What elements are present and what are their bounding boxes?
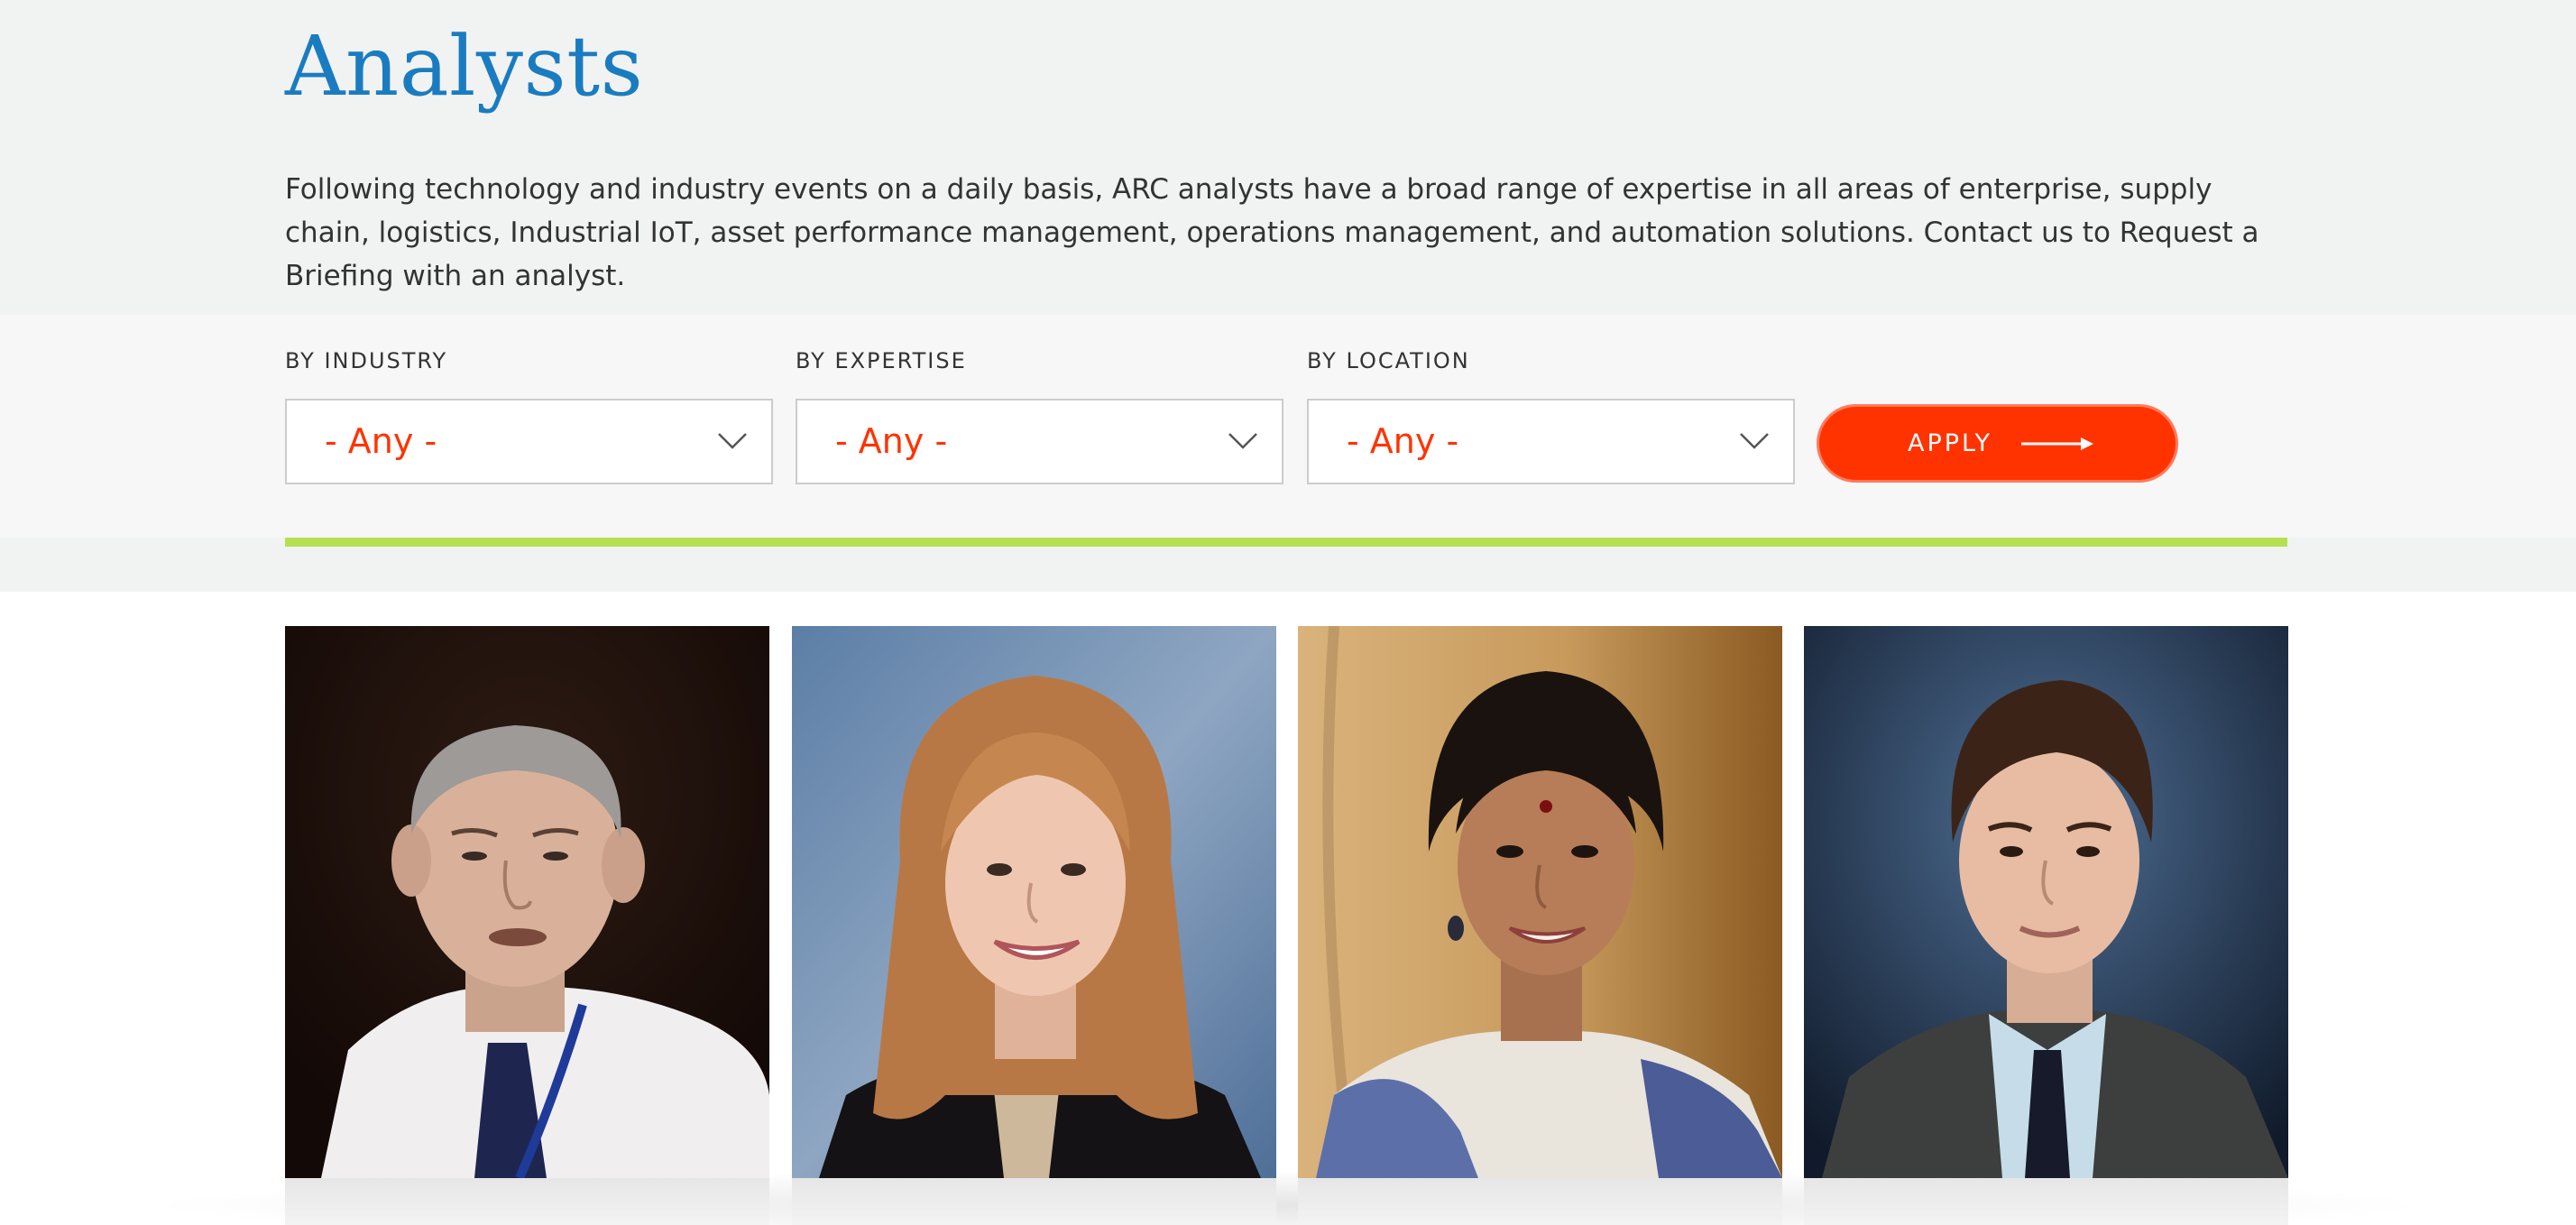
expertise-filter: BY EXPERTISE (796, 346, 967, 375)
analysts-page: Analysts Following technology and indust… (0, 0, 2576, 1225)
analyst-caption (792, 1178, 1276, 1225)
industry-select[interactable]: - Any - (285, 399, 773, 484)
location-filter: BY LOCATION (1307, 346, 1470, 375)
analyst-card[interactable] (1804, 626, 2288, 1225)
location-select[interactable]: - Any - (1307, 399, 1795, 484)
apply-button[interactable]: APPLY (1817, 404, 2178, 483)
analyst-card[interactable] (1298, 626, 1782, 1225)
analyst-photo-3 (1298, 626, 1782, 1178)
arrow-right-icon (2021, 438, 2093, 450)
expertise-filter-label: BY EXPERTISE (796, 348, 967, 373)
green-divider (285, 538, 2287, 547)
expertise-select-value: - Any - (835, 421, 948, 461)
analyst-caption (285, 1178, 769, 1225)
analyst-photo-1 (285, 626, 769, 1178)
intro-section: Analysts Following technology and indust… (0, 0, 2576, 315)
filter-bar: BY INDUSTRY - Any - BY EXPERTISE - Any -… (0, 315, 2576, 538)
location-filter-label: BY LOCATION (1307, 348, 1470, 373)
analyst-grid (0, 592, 2576, 1225)
analyst-photo-4 (1804, 626, 2288, 1178)
chevron-down-icon (718, 433, 747, 449)
analyst-caption (1804, 1178, 2288, 1225)
apply-button-label: APPLY (1908, 429, 1992, 457)
industry-select-value: - Any - (325, 421, 437, 461)
industry-filter: BY INDUSTRY (285, 346, 447, 375)
chevron-down-icon (1228, 433, 1257, 449)
expertise-select[interactable]: - Any - (796, 399, 1283, 484)
location-select-value: - Any - (1347, 421, 1459, 461)
industry-filter-label: BY INDUSTRY (285, 348, 448, 373)
analyst-card[interactable] (792, 626, 1276, 1225)
analyst-card[interactable] (285, 626, 769, 1225)
page-title: Analysts (285, 18, 644, 115)
divider-band (0, 538, 2576, 592)
analyst-caption (1298, 1178, 1782, 1225)
analyst-photo-2 (792, 626, 1276, 1178)
chevron-down-icon (1740, 433, 1769, 449)
intro-text: Following technology and industry events… (285, 173, 2259, 292)
